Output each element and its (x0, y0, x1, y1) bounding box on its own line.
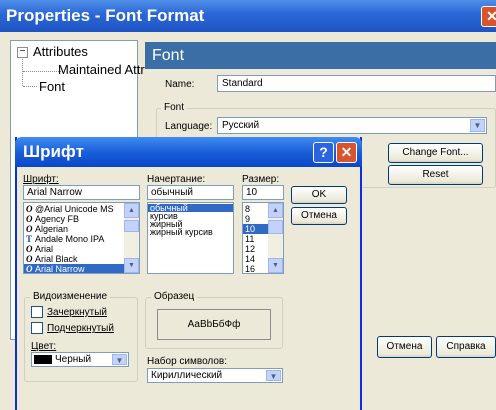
font-size-item[interactable]: 9 (243, 214, 269, 224)
font-list-item[interactable]: O @Arial Unicode MS (24, 204, 126, 214)
color-label: Цвет: (31, 341, 57, 352)
sample-group-title: Образец (151, 291, 198, 302)
font-name-input[interactable]: Arial Narrow (23, 185, 140, 200)
font-name-label: Шрифт: (23, 174, 59, 185)
opentype-font-icon: O (26, 254, 33, 264)
effects-group-title: Видоизменение (30, 291, 111, 302)
properties-titlebar[interactable]: Properties - Font Format (0, 0, 496, 32)
tree-connector (23, 86, 37, 87)
scroll-down-icon[interactable]: ▼ (124, 258, 139, 273)
font-list-item-label: @Arial Unicode MS (35, 204, 114, 214)
font-panel-header: Font (145, 42, 496, 69)
charset-label: Набор символов: (147, 356, 228, 367)
charset-select[interactable]: Кириллический ▼ (147, 368, 283, 383)
font-style-label: Начертание: (147, 174, 206, 185)
tree-item-attributes[interactable]: Attributes (33, 44, 88, 59)
truetype-font-icon: T (26, 234, 33, 244)
language-value: Русский (222, 120, 260, 131)
font-size-item[interactable]: 14 (243, 254, 269, 264)
font-list-item[interactable]: O Arial Narrow (24, 264, 126, 274)
opentype-font-icon: O (26, 214, 33, 224)
font-size-item[interactable]: 12 (243, 244, 269, 254)
help-icon[interactable]: ? (313, 142, 334, 163)
change-font-button[interactable]: Change Font... (388, 143, 483, 163)
scroll-down-icon[interactable]: ▼ (268, 258, 283, 273)
font-list-item[interactable]: O Algerian (24, 224, 126, 234)
font-name-list[interactable]: O @Arial Unicode MS O Agency FB O Algerian T An… (23, 202, 140, 274)
strikeout-label: Зачеркнутый (47, 307, 107, 318)
opentype-font-icon: O (26, 244, 33, 254)
scroll-up-icon[interactable]: ▲ (124, 203, 139, 218)
charset-value: Кириллический (151, 370, 223, 381)
font-size-item[interactable]: 11 (243, 234, 269, 244)
tree-item-font[interactable]: Font (39, 79, 65, 94)
font-list-item[interactable]: O Agency FB (24, 214, 126, 224)
size-list-scrollbar[interactable]: ▲ ▼ (268, 203, 283, 273)
underline-label: Подчеркнутый (47, 323, 114, 334)
color-select[interactable]: Черный ▼ (31, 352, 129, 367)
language-select[interactable]: Русский ▼ (217, 117, 487, 134)
font-list-item-label: Agency FB (35, 214, 80, 224)
font-size-item[interactable]: 8 (243, 204, 269, 214)
font-list-item-label: Arial (35, 244, 54, 254)
font-size-item[interactable]: 10 (243, 224, 269, 234)
font-size-input[interactable]: 10 (242, 185, 284, 200)
scroll-thumb[interactable] (124, 220, 139, 232)
dropdown-arrow-icon[interactable]: ▼ (112, 354, 127, 365)
properties-help-button[interactable]: Справка (436, 336, 496, 358)
reset-button[interactable]: Reset (388, 165, 483, 185)
font-list-item-label: Arial Narrow (35, 264, 85, 274)
tree-connector (22, 59, 23, 86)
font-list-item[interactable]: O Arial (24, 244, 126, 254)
font-dialog-titlebar[interactable]: Шрифт (15, 137, 362, 167)
opentype-font-icon: O (26, 204, 33, 214)
ok-button[interactable]: OK (291, 186, 347, 204)
dropdown-arrow-icon[interactable]: ▼ (266, 370, 281, 381)
sample-preview: АаВbБбФф (157, 309, 271, 340)
font-list-item[interactable]: T Andale Mono IPA (24, 234, 126, 244)
underline-checkbox[interactable] (31, 322, 43, 334)
properties-cancel-button[interactable]: Отмена (377, 336, 432, 358)
font-group-title: Font (161, 102, 188, 113)
font-size-list[interactable]: 8 9 10 11 12 14 16 ▲ ▼ (242, 202, 284, 274)
close-icon[interactable]: ✕ (336, 142, 357, 163)
font-list-item[interactable]: O Arial Black (24, 254, 126, 264)
dialog-cancel-button[interactable]: Отмена (291, 207, 347, 225)
font-size-item[interactable]: 16 (243, 264, 269, 273)
color-value: Черный (55, 354, 92, 365)
color-swatch (34, 354, 52, 364)
font-style-input[interactable]: обычный (147, 185, 234, 200)
tree-connector (23, 71, 63, 72)
font-style-list[interactable]: обычный курсив жирный жирный курсив (147, 202, 234, 274)
opentype-font-icon: O (26, 224, 33, 234)
font-list-item-label: Algerian (35, 224, 69, 234)
name-field[interactable]: Standard (217, 75, 496, 92)
font-style-item[interactable]: жирный курсив (148, 228, 233, 237)
font-list-item-label: Andale Mono IPA (35, 234, 105, 244)
properties-close-icon[interactable]: ✕ (481, 6, 496, 27)
tree-collapse-icon[interactable]: − (17, 47, 28, 58)
font-size-label: Размер: (242, 174, 280, 185)
scroll-up-icon[interactable]: ▲ (268, 203, 283, 218)
language-label: Language: (165, 121, 213, 132)
name-label: Name: (165, 79, 195, 90)
font-list-item-label: Arial Black (35, 254, 78, 264)
opentype-font-icon: O (26, 264, 33, 274)
font-list-scrollbar[interactable]: ▲ ▼ (124, 203, 139, 273)
scroll-thumb[interactable] (268, 220, 283, 234)
dropdown-arrow-icon[interactable]: ▼ (470, 119, 485, 132)
strikeout-checkbox[interactable] (31, 306, 43, 318)
